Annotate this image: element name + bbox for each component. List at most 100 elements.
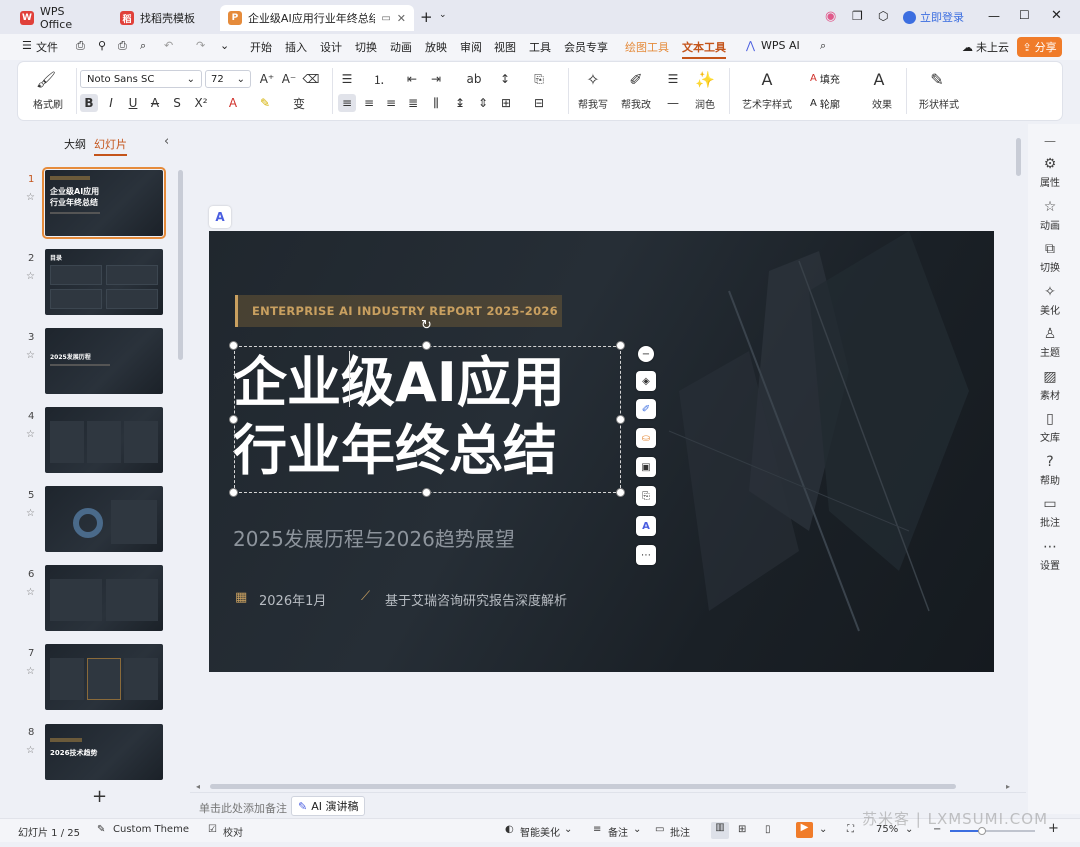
sort-icon[interactable]: ↕ xyxy=(496,70,514,88)
theme-name[interactable]: Custom Theme xyxy=(113,824,189,835)
tab-document[interactable]: P 企业级AI应用行业年终总结.p ▭ ✕ xyxy=(220,5,414,31)
format-brush-icon[interactable]: 🖌 xyxy=(36,70,56,89)
ai-notes-button[interactable]: ✎ AI 演讲稿 xyxy=(291,796,366,816)
vertical-align-icon[interactable]: ⊞ xyxy=(497,94,515,112)
menu-file[interactable]: 文件 xyxy=(36,39,58,55)
brush-icon[interactable]: ✐ xyxy=(636,399,656,419)
monitor-icon[interactable]: ▭ xyxy=(381,13,390,24)
slides-tab[interactable]: 幻灯片 xyxy=(94,136,127,156)
resize-handle[interactable] xyxy=(422,488,431,497)
chevron-down-icon[interactable]: ⌄ xyxy=(819,824,827,835)
proof-button[interactable]: 校对 xyxy=(223,824,243,839)
grid-view-icon[interactable]: ⊞ xyxy=(738,824,746,835)
window-icon[interactable]: ❐ xyxy=(852,9,863,23)
cube-icon[interactable]: ⬡ xyxy=(878,9,888,23)
panel-animation[interactable]: ☆ 动画 xyxy=(1028,199,1072,232)
star-icon[interactable]: ☆ xyxy=(26,429,35,440)
notes-placeholder[interactable]: 单击此处添加备注 xyxy=(199,800,287,816)
menu-transition[interactable]: 切换 xyxy=(355,39,377,55)
panel-comments[interactable]: ▭ 批注 xyxy=(1028,496,1072,529)
dash-icon[interactable]: — xyxy=(664,94,682,112)
font-color-icon[interactable]: A xyxy=(224,94,242,112)
slide-source[interactable]: 基于艾瑞咨询研究报告深度解析 xyxy=(385,590,567,609)
smart-beautify-button[interactable]: 智能美化 xyxy=(520,824,560,839)
menu-animation[interactable]: 动画 xyxy=(390,39,412,55)
superscript-icon[interactable]: X² xyxy=(192,94,210,112)
slide-thumbnail-5[interactable] xyxy=(45,486,163,552)
menu-tools[interactable]: 工具 xyxy=(529,39,551,55)
phonetic-icon[interactable]: 变 xyxy=(290,94,308,112)
layers-icon[interactable]: ◈ xyxy=(636,371,656,391)
text-direction-icon[interactable]: ab xyxy=(465,70,483,88)
help-write-label[interactable]: 帮我写 xyxy=(573,96,613,111)
slide-thumbnail-1[interactable]: 企业级AI应用 行业年终总结 xyxy=(42,167,166,239)
format-brush-label[interactable]: 格式刷 xyxy=(28,96,68,111)
help-edit-icon[interactable]: ✐ xyxy=(627,70,645,89)
polish-label[interactable]: 润色 xyxy=(683,96,727,111)
star-icon[interactable]: ☆ xyxy=(26,350,35,361)
panel-beautify[interactable]: ✧ 美化 xyxy=(1028,284,1072,317)
menu-design[interactable]: 设计 xyxy=(320,39,342,55)
menu-drawing-tools[interactable]: 绘图工具 xyxy=(625,39,669,55)
chevron-down-icon[interactable]: ⌄ xyxy=(439,10,447,20)
shape-style-label[interactable]: 形状样式 xyxy=(911,96,967,111)
decrease-indent-icon[interactable]: ⇤ xyxy=(403,70,421,88)
line-spacing-icon[interactable]: ↨ xyxy=(451,94,469,112)
slide-thumbnail-8[interactable]: 2026技术趋势 xyxy=(45,724,163,780)
menu-text-tools[interactable]: 文本工具 xyxy=(682,39,726,59)
italic-icon[interactable]: I xyxy=(102,94,120,112)
more-chevron-icon[interactable]: ⌄ xyxy=(220,39,229,52)
art-text-icon[interactable]: A xyxy=(758,70,776,89)
share-link-icon[interactable]: ⚲ xyxy=(98,39,106,52)
help-edit-label[interactable]: 帮我改 xyxy=(614,96,658,111)
more-icon[interactable]: ⋯ xyxy=(636,545,656,565)
close-tab-icon[interactable]: ✕ xyxy=(397,12,406,25)
chevron-down-icon[interactable]: ⌄ xyxy=(564,824,572,835)
decrease-font-icon[interactable]: A⁻ xyxy=(280,70,298,88)
increase-font-icon[interactable]: A⁺ xyxy=(258,70,276,88)
slide-thumbnail-2[interactable]: 目录 xyxy=(45,249,163,315)
scroll-right-icon[interactable]: ▸ xyxy=(1006,782,1010,791)
notes-button[interactable]: 备注 xyxy=(608,824,628,839)
new-tab-icon[interactable]: + xyxy=(420,8,433,26)
frame-icon[interactable]: ▣ xyxy=(636,457,656,477)
font-name-select[interactable]: Noto Sans SC ⌄ xyxy=(80,70,202,88)
add-slide-button[interactable]: + xyxy=(92,786,107,807)
resize-handle[interactable] xyxy=(616,488,625,497)
panel-transition[interactable]: ⧉ 切换 xyxy=(1028,241,1072,274)
menu-view[interactable]: 视图 xyxy=(494,39,516,55)
slide-thumbnail-7[interactable] xyxy=(45,644,163,710)
panel-material[interactable]: ▨ 素材 xyxy=(1028,369,1072,402)
shadow-icon[interactable]: S xyxy=(168,94,186,112)
slide-thumbnail-4[interactable] xyxy=(45,407,163,473)
star-icon[interactable]: ☆ xyxy=(26,271,35,282)
hamburger-icon[interactable]: ☰ xyxy=(22,39,32,52)
menu-member[interactable]: 会员专享 xyxy=(564,39,608,55)
slide-thumbnail-6[interactable] xyxy=(45,565,163,631)
align-left-icon[interactable]: ≡ xyxy=(338,94,356,112)
reading-view-icon[interactable]: ▯ xyxy=(765,824,771,835)
panel-scrollbar[interactable] xyxy=(178,170,183,360)
slide-subtitle[interactable]: 2025发展历程与2026趋势展望 xyxy=(233,523,515,552)
art-style-label[interactable]: 艺术字样式 xyxy=(734,96,800,111)
outline-button[interactable]: A 轮廓 xyxy=(810,96,840,111)
fill-bucket-icon[interactable]: ⛀ xyxy=(636,428,656,448)
collapse-icon[interactable]: − xyxy=(638,346,654,362)
login-button[interactable]: 立即登录 xyxy=(903,9,964,25)
align-right-icon[interactable]: ≡ xyxy=(382,94,400,112)
comments-button[interactable]: 批注 xyxy=(670,824,690,839)
save-icon[interactable]: ⎙ xyxy=(76,39,85,53)
star-icon[interactable]: ☆ xyxy=(26,745,35,756)
resize-handle[interactable] xyxy=(422,341,431,350)
ai-tool-icon[interactable]: A xyxy=(636,516,656,536)
print-icon[interactable]: ⎙ xyxy=(118,39,127,53)
wps-ai-float-icon[interactable]: A xyxy=(209,206,231,228)
clear-format-icon[interactable]: ⌫ xyxy=(302,70,320,88)
chevron-down-icon[interactable]: ⌄ xyxy=(633,824,641,835)
slide-date[interactable]: 2026年1月 xyxy=(259,590,326,609)
star-icon[interactable]: ☆ xyxy=(26,666,35,677)
justify-icon[interactable]: ≣ xyxy=(404,94,422,112)
panel-help[interactable]: ? 帮助 xyxy=(1028,454,1072,487)
ai-circle-icon[interactable]: ◉ xyxy=(825,9,836,24)
zoom-in-icon[interactable]: + xyxy=(1048,821,1059,836)
